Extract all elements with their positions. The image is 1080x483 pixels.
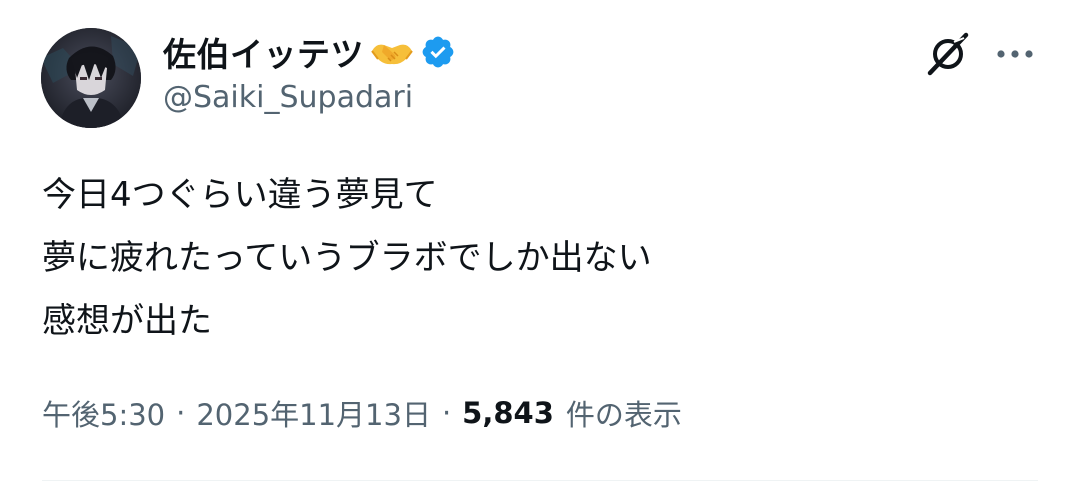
tweet-text-line: 今日4つぐらい違う夢見て — [42, 175, 438, 215]
author-name-row: 佐伯イッテツ — [163, 30, 456, 74]
author-handle[interactable]: @Saiki_Supadari — [163, 80, 413, 115]
meta-separator: · — [441, 396, 452, 430]
tweet-time[interactable]: 午後5:30 — [42, 392, 165, 434]
more-horizontal-icon[interactable] — [994, 34, 1036, 74]
tweet-text: 今日4つぐらい違う夢見て 夢に疲れたっていうブラボでしか出ない 感想が出た — [42, 164, 652, 353]
tweet-text-line: 夢に疲れたっていうブラボでしか出ない — [42, 238, 652, 278]
verified-badge-icon[interactable] — [420, 34, 456, 70]
views-label[interactable]: 件の表示 — [566, 392, 682, 434]
divider — [42, 480, 1038, 481]
meta-separator: · — [176, 396, 186, 430]
tweet-card: 佐伯イッテツ @Saiki_Supadari 今日4つぐらい違う夢見て 夢に疲れ… — [0, 0, 1080, 483]
avatar[interactable] — [41, 28, 141, 128]
views-count[interactable]: 5,843 — [462, 396, 554, 430]
avatar-image — [41, 28, 141, 128]
tweet-meta: 午後5:30 · 2025年11月13日 · 5,843 件の表示 — [42, 391, 682, 435]
handshake-emoji-icon — [370, 37, 414, 67]
grok-icon[interactable] — [924, 30, 972, 78]
tweet-date[interactable]: 2025年11月13日 — [196, 392, 431, 434]
tweet-text-line: 感想が出た — [42, 301, 212, 341]
author-display-name[interactable]: 佐伯イッテツ — [163, 28, 364, 76]
